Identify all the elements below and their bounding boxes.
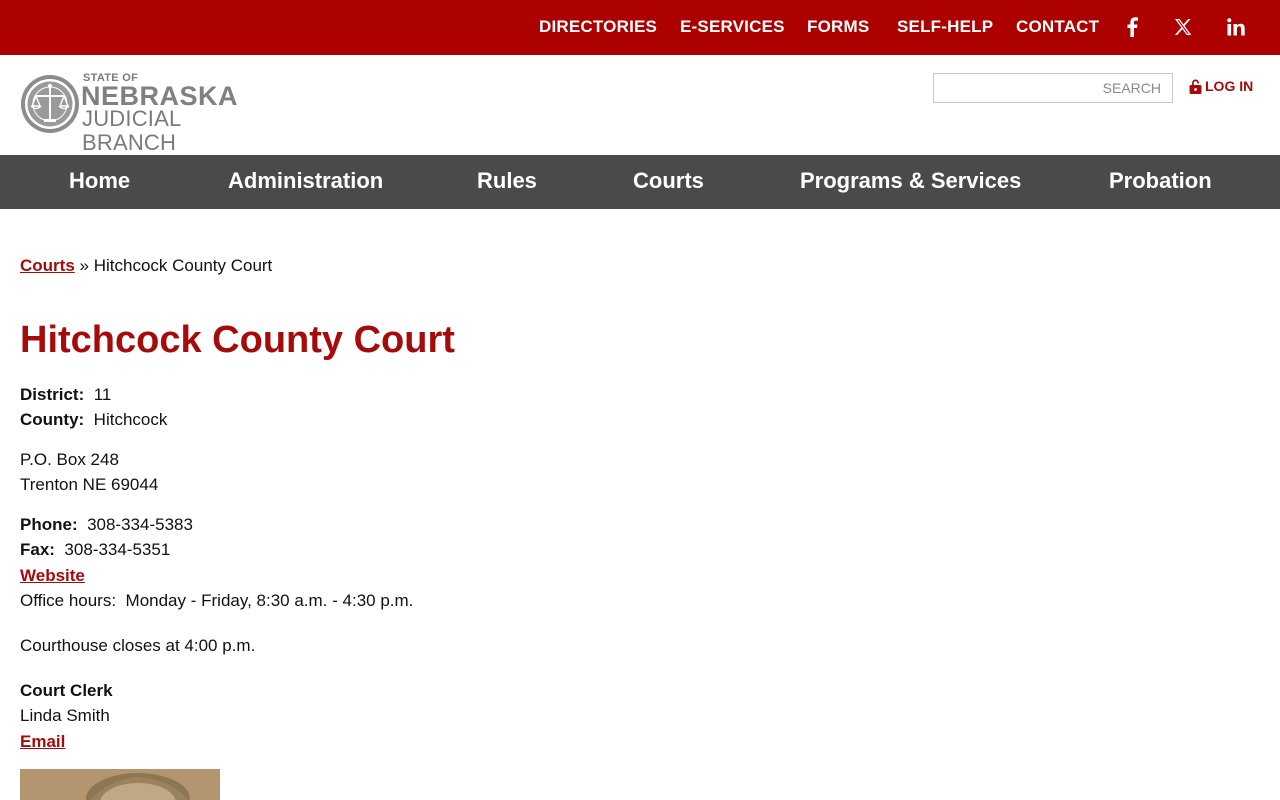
fax-value: 308-334-5351 [64, 540, 171, 559]
district-label: District: [20, 385, 85, 404]
county-value: Hitchcock [93, 410, 168, 429]
district-value: 11 [93, 385, 112, 404]
county-row: County: Hitchcock [20, 409, 167, 431]
breadcrumb-current: Hitchcock County Court [93, 256, 273, 275]
x-icon[interactable] [1169, 13, 1197, 41]
search-input[interactable] [933, 73, 1173, 103]
clerk-title-text: Court Clerk [20, 681, 113, 700]
phone-row: Phone: 308-334-5383 [20, 514, 193, 536]
breadcrumb: Courts » Hitchcock County Court [20, 256, 272, 276]
office-hours-label: Office hours: [20, 591, 117, 610]
courthouse-note: Courthouse closes at 4:00 p.m. [20, 636, 256, 655]
district-row: District: 11 [20, 384, 111, 406]
utility-bar: DIRECTORIES E-SERVICES FORMS SELF-HELP C… [0, 0, 1280, 55]
page-title: Hitchcock County Court [20, 319, 455, 361]
login-link[interactable]: LOG IN [1189, 78, 1253, 94]
main-nav-courts[interactable]: Courts [633, 168, 704, 194]
nav-self-help[interactable]: SELF-HELP [897, 17, 993, 37]
linkedin-icon[interactable] [1222, 13, 1250, 41]
fax-label: Fax: [20, 540, 55, 559]
nav-forms[interactable]: FORMS [807, 17, 869, 37]
nav-directories[interactable]: DIRECTORIES [539, 17, 657, 37]
unlock-icon [1189, 79, 1202, 94]
fax-row: Fax: 308-334-5351 [20, 539, 170, 561]
county-label: County: [20, 410, 85, 429]
main-nav-probation[interactable]: Probation [1109, 168, 1212, 194]
clerk-name: Linda Smith [20, 706, 110, 725]
phone-label: Phone: [20, 515, 78, 534]
email-row: Email [20, 731, 65, 753]
clerk-photo [20, 769, 220, 800]
nav-contact[interactable]: CONTACT [1016, 17, 1099, 37]
login-label: LOG IN [1205, 78, 1254, 94]
nav-e-services[interactable]: E-SERVICES [680, 17, 785, 37]
email-link[interactable]: Email [20, 732, 65, 751]
phone-value: 308-334-5383 [87, 515, 193, 534]
address-line1: P.O. Box 248 [20, 450, 119, 469]
address-line2: Trenton NE 69044 [20, 475, 159, 494]
website-link[interactable]: Website [20, 566, 85, 585]
main-nav-rules[interactable]: Rules [477, 168, 537, 194]
breadcrumb-separator: » [79, 256, 89, 275]
logo-branch-text: JUDICIAL BRANCH [82, 106, 181, 155]
breadcrumb-courts-link[interactable]: Courts [20, 256, 75, 275]
clerk-title: Court Clerk [20, 680, 113, 702]
main-nav-home[interactable]: Home [69, 168, 130, 194]
website-row: Website [20, 565, 85, 587]
main-nav-administration[interactable]: Administration [228, 168, 383, 194]
site-logo[interactable]: STATE OF NEBRASKA JUDICIAL BRANCH [20, 72, 280, 155]
court-seal-icon [21, 75, 79, 133]
facebook-icon[interactable] [1118, 13, 1146, 41]
main-nav-programs-services[interactable]: Programs & Services [800, 168, 1021, 194]
office-hours-row: Office hours: Monday - Friday, 8:30 a.m.… [20, 590, 413, 612]
office-hours-value: Monday - Friday, 8:30 a.m. - 4:30 p.m. [125, 591, 414, 610]
main-nav: Home Administration Rules Courts Program… [0, 155, 1280, 209]
